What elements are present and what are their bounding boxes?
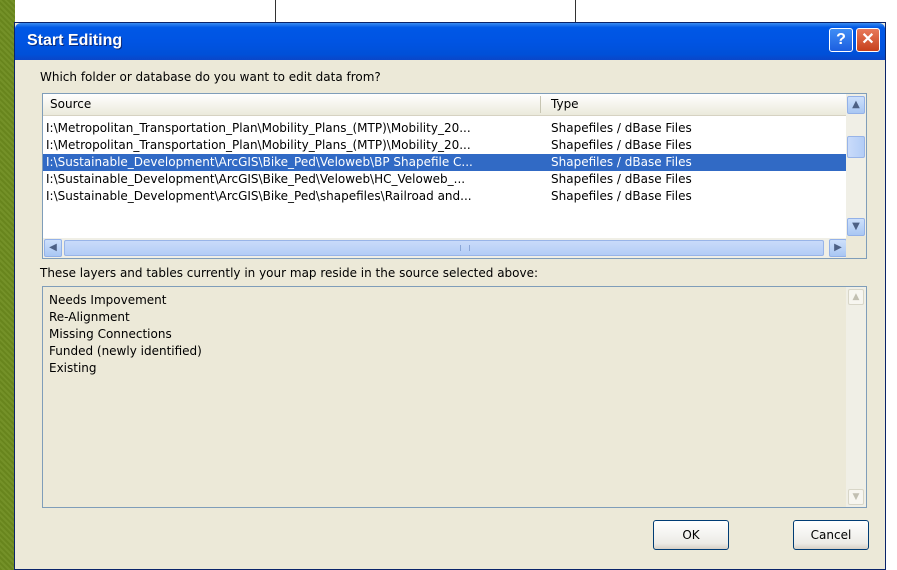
- close-button[interactable]: ✕: [856, 28, 880, 52]
- source-type: Shapefiles / dBase Files: [551, 138, 692, 152]
- source-type: Shapefiles / dBase Files: [551, 121, 692, 135]
- source-type: Shapefiles / dBase Files: [551, 172, 692, 186]
- vertical-scroll-thumb[interactable]: [847, 136, 865, 158]
- cancel-button[interactable]: Cancel: [793, 520, 869, 550]
- column-header-type[interactable]: Type: [551, 97, 579, 111]
- source-list-horizontal-scrollbar[interactable]: ◀ ▶: [43, 238, 848, 258]
- source-list-header: Source Type: [43, 94, 846, 116]
- horizontal-scroll-thumb[interactable]: [64, 240, 824, 256]
- layer-item: Re-Alignment: [49, 310, 130, 324]
- source-row-selected[interactable]: I:\Sustainable_Development\ArcGIS\Bike_P…: [43, 154, 846, 171]
- scroll-left-icon[interactable]: ◀: [44, 239, 62, 257]
- map-gridline: [575, 0, 576, 22]
- source-path: I:\Sustainable_Development\ArcGIS\Bike_P…: [46, 189, 472, 203]
- scroll-down-icon[interactable]: ▼: [847, 218, 865, 236]
- start-editing-dialog: Start Editing ? ✕ Which folder or databa…: [14, 22, 886, 570]
- layers-list: Needs Impovement Re-Alignment Missing Co…: [42, 286, 867, 508]
- source-list-vertical-scrollbar[interactable]: ▲ ▼: [846, 94, 866, 238]
- scroll-right-icon[interactable]: ▶: [829, 239, 847, 257]
- layer-item: Funded (newly identified): [49, 344, 202, 358]
- source-type: Shapefiles / dBase Files: [551, 189, 692, 203]
- source-row[interactable]: I:\Sustainable_Development\ArcGIS\Bike_P…: [43, 171, 846, 188]
- dialog-title: Start Editing: [27, 32, 123, 49]
- column-divider[interactable]: [540, 96, 541, 113]
- ok-button[interactable]: OK: [653, 520, 729, 550]
- column-header-source[interactable]: Source: [50, 97, 91, 111]
- source-path: I:\Metropolitan_Transportation_Plan\Mobi…: [46, 138, 471, 152]
- scroll-grip-icon: [460, 245, 470, 251]
- source-row[interactable]: I:\Metropolitan_Transportation_Plan\Mobi…: [43, 120, 846, 137]
- source-type: Shapefiles / dBase Files: [551, 155, 692, 169]
- source-path: I:\Metropolitan_Transportation_Plan\Mobi…: [46, 121, 471, 135]
- title-bar[interactable]: Start Editing ? ✕: [15, 23, 885, 60]
- layers-prompt-label: These layers and tables currently in you…: [40, 266, 539, 280]
- source-prompt-label: Which folder or database do you want to …: [40, 70, 381, 84]
- map-gridline: [275, 0, 276, 22]
- layer-item: Missing Connections: [49, 327, 172, 341]
- source-row[interactable]: I:\Sustainable_Development\ArcGIS\Bike_P…: [43, 188, 846, 205]
- layer-item: Existing: [49, 361, 97, 375]
- layers-scrollbar: ▲ ▼: [846, 287, 866, 507]
- source-row[interactable]: I:\Metropolitan_Transportation_Plan\Mobi…: [43, 137, 846, 154]
- scroll-up-icon: ▲: [848, 289, 864, 305]
- scrollbar-corner: [846, 236, 866, 258]
- source-rows: I:\Metropolitan_Transportation_Plan\Mobi…: [43, 120, 846, 205]
- help-button[interactable]: ?: [829, 28, 853, 52]
- source-path: I:\Sustainable_Development\ArcGIS\Bike_P…: [46, 172, 466, 186]
- scroll-down-icon: ▼: [848, 489, 864, 505]
- layer-item: Needs Impovement: [49, 293, 167, 307]
- scroll-up-icon[interactable]: ▲: [847, 96, 865, 114]
- source-path: I:\Sustainable_Development\ArcGIS\Bike_P…: [46, 155, 473, 169]
- source-list[interactable]: Source Type I:\Metropolitan_Transportati…: [42, 93, 867, 259]
